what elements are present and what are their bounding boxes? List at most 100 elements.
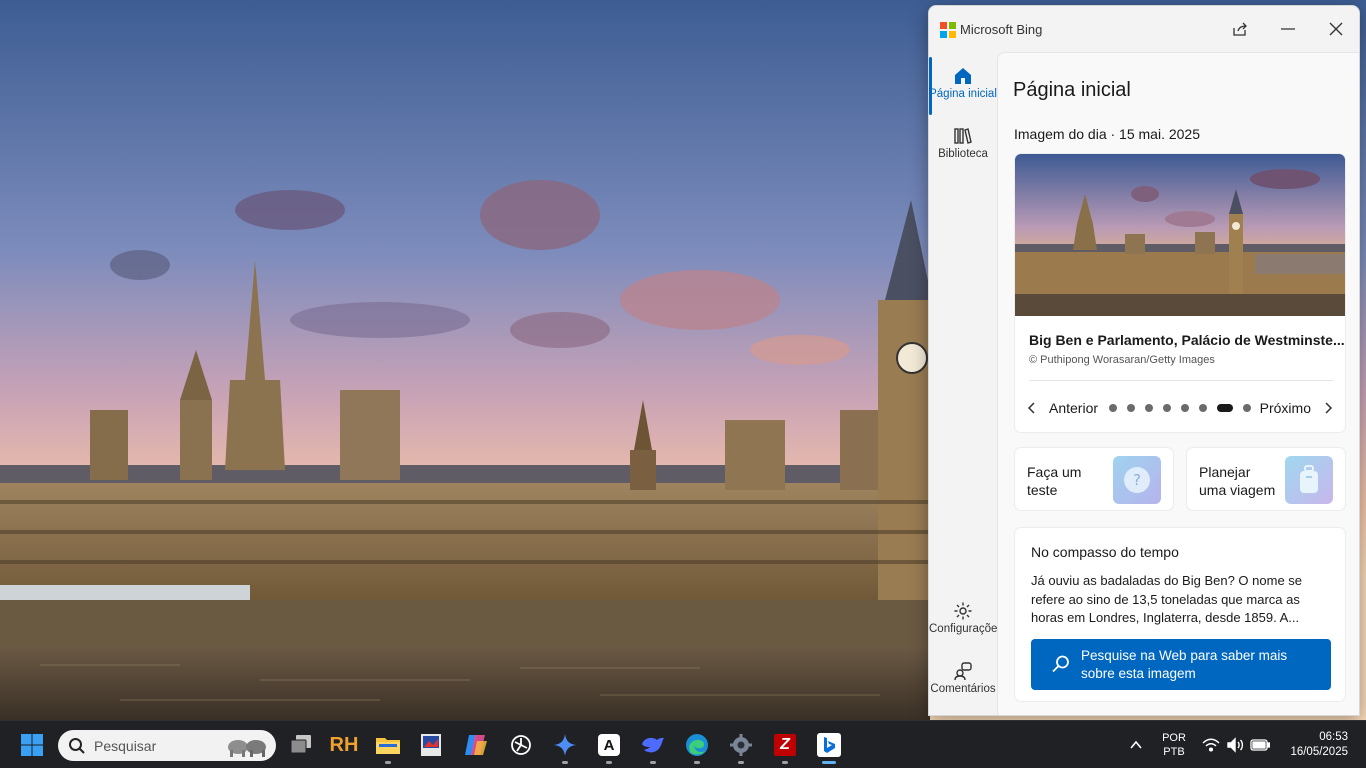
rh-app-button[interactable]: RH [328, 729, 360, 761]
pager-dot[interactable] [1199, 404, 1207, 412]
anthropic-button[interactable]: A [593, 729, 625, 764]
task-view-icon [290, 735, 311, 754]
share-icon [1233, 22, 1247, 36]
chatgpt-icon [511, 735, 531, 755]
nav-item-feedback[interactable]: Comentários [929, 661, 997, 695]
wifi-icon [1202, 738, 1220, 752]
show-hidden-icons-button[interactable] [1120, 729, 1152, 761]
plan-trip-card[interactable]: Planejar uma viagem [1186, 447, 1346, 511]
gemini-button[interactable] [549, 729, 581, 764]
input-language-indicator[interactable]: POR PTB [1160, 731, 1188, 759]
rh-app-icon: RH [329, 733, 359, 756]
next-label: Próximo [1259, 400, 1311, 416]
search-placeholder: Pesquisar [94, 738, 157, 754]
edge-button[interactable] [681, 729, 713, 764]
microsoft-logo-icon [940, 22, 956, 38]
settings-icon [730, 734, 752, 756]
image-of-the-day-heading: Imagem do dia · 15 mai. 2025 [1014, 126, 1200, 142]
edge-icon [686, 734, 708, 756]
photo-editor-button[interactable] [415, 729, 447, 761]
deepseek-icon [642, 737, 664, 753]
page-title: Página inicial [1013, 79, 1131, 101]
chevron-left-icon [1027, 402, 1035, 414]
nav-rail: Página inicial Biblioteca Configurações … [929, 52, 1003, 715]
pager-dot[interactable] [1145, 404, 1153, 412]
image-title[interactable]: Big Ben e Parlamento, Palácio de Westmin… [1029, 332, 1345, 348]
minimize-button[interactable] [1273, 16, 1303, 42]
filezilla-button[interactable]: Z [769, 729, 801, 764]
take-quiz-card[interactable]: Faça um teste ? [1014, 447, 1174, 511]
image-of-the-day-thumbnail[interactable] [1015, 154, 1345, 316]
running-indicator [562, 761, 568, 764]
file-explorer-icon [376, 738, 400, 754]
anthropic-icon: A [598, 734, 620, 756]
date: 16/05/2025 [1290, 746, 1348, 758]
feedback-icon [954, 662, 972, 681]
task-view-button[interactable] [285, 729, 317, 761]
previous-button[interactable]: Anterior [1025, 397, 1098, 419]
close-icon [1329, 22, 1343, 36]
running-indicator [385, 761, 391, 764]
filezilla-icon: Z [774, 734, 796, 756]
running-indicator [650, 761, 656, 764]
running-indicator [782, 761, 788, 764]
pager-dot[interactable] [1181, 404, 1189, 412]
nav-item-home[interactable]: Página inicial [929, 66, 997, 100]
pager-dot[interactable] [1243, 404, 1251, 412]
divider [1029, 380, 1333, 381]
bing-app-window: Microsoft Bing Página inicial Biblioteca [928, 5, 1360, 716]
nav-item-library[interactable]: Biblioteca [929, 126, 997, 160]
fact-body: Já ouviu as badaladas do Big Ben? O nome… [1031, 573, 1303, 625]
running-indicator [606, 761, 612, 764]
time: 06:53 [1319, 731, 1348, 743]
question-icon: ? [1113, 456, 1161, 504]
pager-dot-active[interactable] [1217, 404, 1233, 412]
search-icon [69, 738, 85, 754]
previous-label: Anterior [1049, 400, 1099, 416]
copilot-button[interactable] [460, 729, 492, 761]
start-icon [21, 734, 43, 756]
language-code: POR [1162, 732, 1186, 744]
quick-settings-button[interactable] [1200, 735, 1272, 755]
chevron-right-icon [1325, 402, 1333, 414]
battery-icon [1250, 739, 1270, 751]
deepseek-button[interactable] [637, 729, 669, 764]
chevron-up-icon [1130, 740, 1142, 749]
running-indicator [694, 761, 700, 764]
running-indicator [738, 761, 744, 764]
fact-title: No compasso do tempo [1031, 544, 1179, 560]
running-indicator [822, 761, 836, 764]
elephants-icon [228, 740, 266, 757]
nav-item-label: Comentários [930, 683, 996, 695]
settings-button[interactable] [725, 729, 757, 764]
home-icon [955, 68, 971, 84]
taskbar: Pesquisar RH A Z POR PTB 06:53 16/05/202… [0, 720, 1366, 768]
svg-text:?: ? [1133, 471, 1141, 489]
start-button[interactable] [16, 729, 48, 761]
file-explorer-button[interactable] [372, 729, 404, 764]
nav-item-label: Biblioteca [938, 148, 988, 160]
gemini-icon [554, 734, 576, 756]
search-icon [1052, 655, 1069, 673]
bing-icon [817, 733, 841, 757]
app-title: Microsoft Bing [960, 22, 1043, 37]
pager-dots [1109, 403, 1251, 413]
share-button[interactable] [1225, 16, 1255, 42]
search-web-button[interactable]: Pesquise na Web para saber mais sobre es… [1031, 639, 1331, 690]
pager-dot[interactable] [1163, 404, 1171, 412]
pager-dot[interactable] [1127, 404, 1135, 412]
luggage-icon [1285, 456, 1333, 504]
chatgpt-button[interactable] [505, 729, 537, 761]
image-pager: Anterior Próximo [1015, 397, 1345, 419]
clock[interactable]: 06:53 16/05/2025 [1278, 730, 1348, 760]
pager-dot[interactable] [1109, 404, 1117, 412]
nav-item-label: Página inicial [929, 88, 997, 100]
plan-trip-label: Planejar uma viagem [1199, 464, 1276, 498]
nav-item-settings[interactable]: Configurações [929, 601, 1003, 635]
search-web-label: Pesquise na Web para saber mais sobre es… [1081, 648, 1288, 681]
image-credit: © Puthipong Worasaran/Getty Images [1029, 354, 1215, 366]
taskbar-search[interactable]: Pesquisar [58, 730, 276, 761]
next-button[interactable]: Próximo [1260, 397, 1335, 419]
close-button[interactable] [1321, 16, 1351, 42]
bing-button[interactable] [813, 729, 845, 764]
